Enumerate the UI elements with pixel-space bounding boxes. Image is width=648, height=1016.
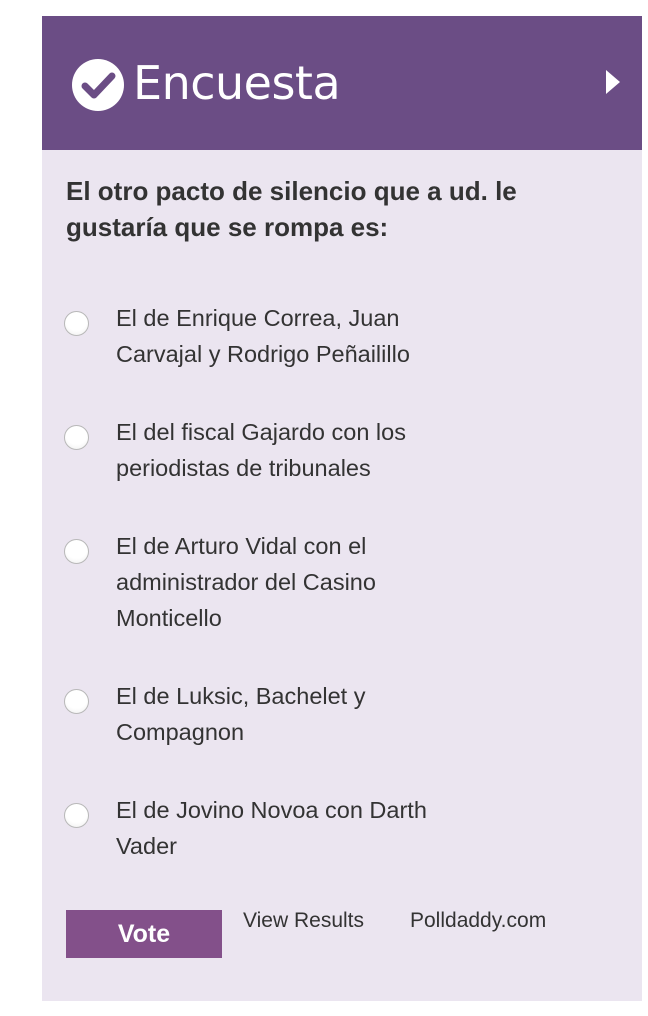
poll-option-label[interactable]: El de Arturo Vidal con el administrador …: [116, 528, 486, 636]
polldaddy-link[interactable]: Polldaddy.com: [410, 907, 546, 935]
radio-button[interactable]: [64, 311, 89, 336]
poll-option-label[interactable]: El de Jovino Novoa con Darth Vader: [116, 792, 486, 864]
radio-button[interactable]: [64, 803, 89, 828]
poll-widget: Encuesta El otro pacto de silencio que a…: [42, 16, 642, 1001]
view-results-link[interactable]: View Results: [243, 907, 364, 935]
radio-button[interactable]: [64, 689, 89, 714]
radio-button[interactable]: [64, 539, 89, 564]
poll-option-label[interactable]: El del fiscal Gajardo con los periodista…: [116, 414, 486, 486]
next-arrow-icon[interactable]: [600, 66, 626, 98]
poll-option-label[interactable]: El de Enrique Correa, Juan Carvajal y Ro…: [116, 300, 486, 372]
check-circle-icon: [72, 59, 124, 111]
vote-button[interactable]: Vote: [66, 910, 222, 958]
poll-option-label[interactable]: El de Luksic, Bachelet y Compagnon: [116, 678, 486, 750]
poll-title: Encuesta: [133, 56, 341, 110]
radio-button[interactable]: [64, 425, 89, 450]
poll-question: El otro pacto de silencio que a ud. le g…: [66, 176, 517, 242]
poll-header: Encuesta: [42, 16, 642, 150]
